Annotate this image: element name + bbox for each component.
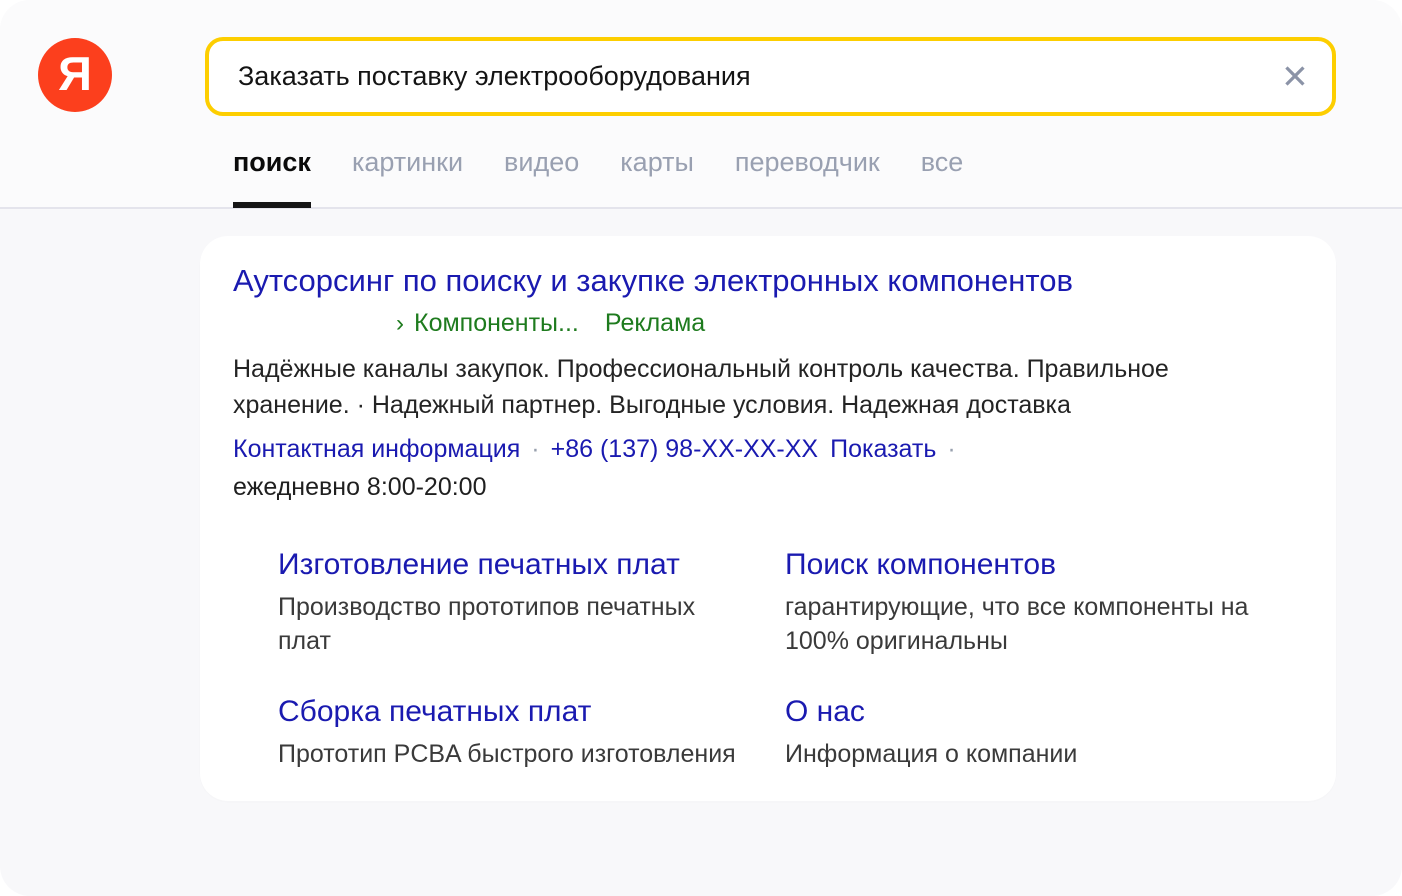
phone-number-link[interactable]: +86 (137) 98-XX-XX-XX: [551, 433, 819, 465]
sitelink-title-link[interactable]: Сборка печатных плат: [278, 690, 743, 733]
sitelink-title-link[interactable]: Поиск компонентов: [785, 543, 1265, 586]
search-bar: ✕: [205, 37, 1336, 116]
tab-video[interactable]: видео: [504, 147, 579, 208]
dot-separator: ·: [531, 433, 539, 465]
search-header: Я ✕ поиск картинки видео карты переводчи…: [0, 0, 1402, 209]
sitelinks-grid: Изготовление печатных плат Производство …: [278, 543, 1303, 771]
sitelink-description: гарантирующие, что все компоненты на 100…: [785, 590, 1265, 658]
close-icon: ✕: [1281, 57, 1309, 96]
tab-maps[interactable]: карты: [620, 147, 694, 208]
sitelink-description: Информация о компании: [785, 737, 1265, 771]
sitelink-title-link[interactable]: Изготовление печатных плат: [278, 543, 743, 586]
sitelink-description: Прототип PCBA быстрого изготовления: [278, 737, 743, 771]
clear-search-button[interactable]: ✕: [1268, 41, 1332, 112]
tab-all[interactable]: все: [921, 147, 964, 208]
result-path-row: › Компоненты... Реклама: [233, 308, 1303, 339]
tab-images[interactable]: картинки: [352, 147, 463, 208]
yandex-logo-letter: Я: [58, 50, 92, 97]
search-result-card: Аутсорсинг по поиску и закупке электронн…: [200, 236, 1336, 801]
contact-info-link[interactable]: Контактная информация: [233, 433, 520, 465]
yandex-search-page: Я ✕ поиск картинки видео карты переводчи…: [0, 0, 1402, 896]
result-site-path[interactable]: Компоненты...: [414, 308, 579, 338]
search-tabs: поиск картинки видео карты переводчик вс…: [233, 147, 963, 208]
sitelink-title-link[interactable]: О нас: [785, 690, 1265, 733]
chevron-right-icon: ›: [396, 309, 404, 339]
tab-search[interactable]: поиск: [233, 147, 311, 208]
search-input[interactable]: [209, 41, 1268, 112]
sitelink-description: Производство прототипов печатных плат: [278, 590, 743, 658]
sitelink-about-us: О нас Информация о компании: [785, 690, 1265, 771]
sitelink-pcb-manufacturing: Изготовление печатных плат Производство …: [278, 543, 743, 658]
contact-row: Контактная информация · +86 (137) 98-XX-…: [233, 433, 1303, 465]
ad-badge: Реклама: [605, 308, 705, 338]
dot-separator: ·: [947, 433, 955, 465]
tab-translator[interactable]: переводчик: [735, 147, 880, 208]
result-description: Надёжные каналы закупок. Профессиональны…: [233, 351, 1291, 423]
result-title-link[interactable]: Аутсорсинг по поиску и закупке электронн…: [233, 262, 1303, 300]
sitelink-pcb-assembly: Сборка печатных плат Прототип PCBA быстр…: [278, 690, 743, 771]
results-area: Аутсорсинг по поиску и закупке электронн…: [0, 209, 1402, 801]
sitelink-component-search: Поиск компонентов гарантирующие, что все…: [785, 543, 1265, 658]
yandex-logo[interactable]: Я: [38, 38, 112, 112]
show-phone-button[interactable]: Показать: [830, 433, 936, 465]
working-hours: ежедневно 8:00-20:00: [233, 471, 1303, 503]
